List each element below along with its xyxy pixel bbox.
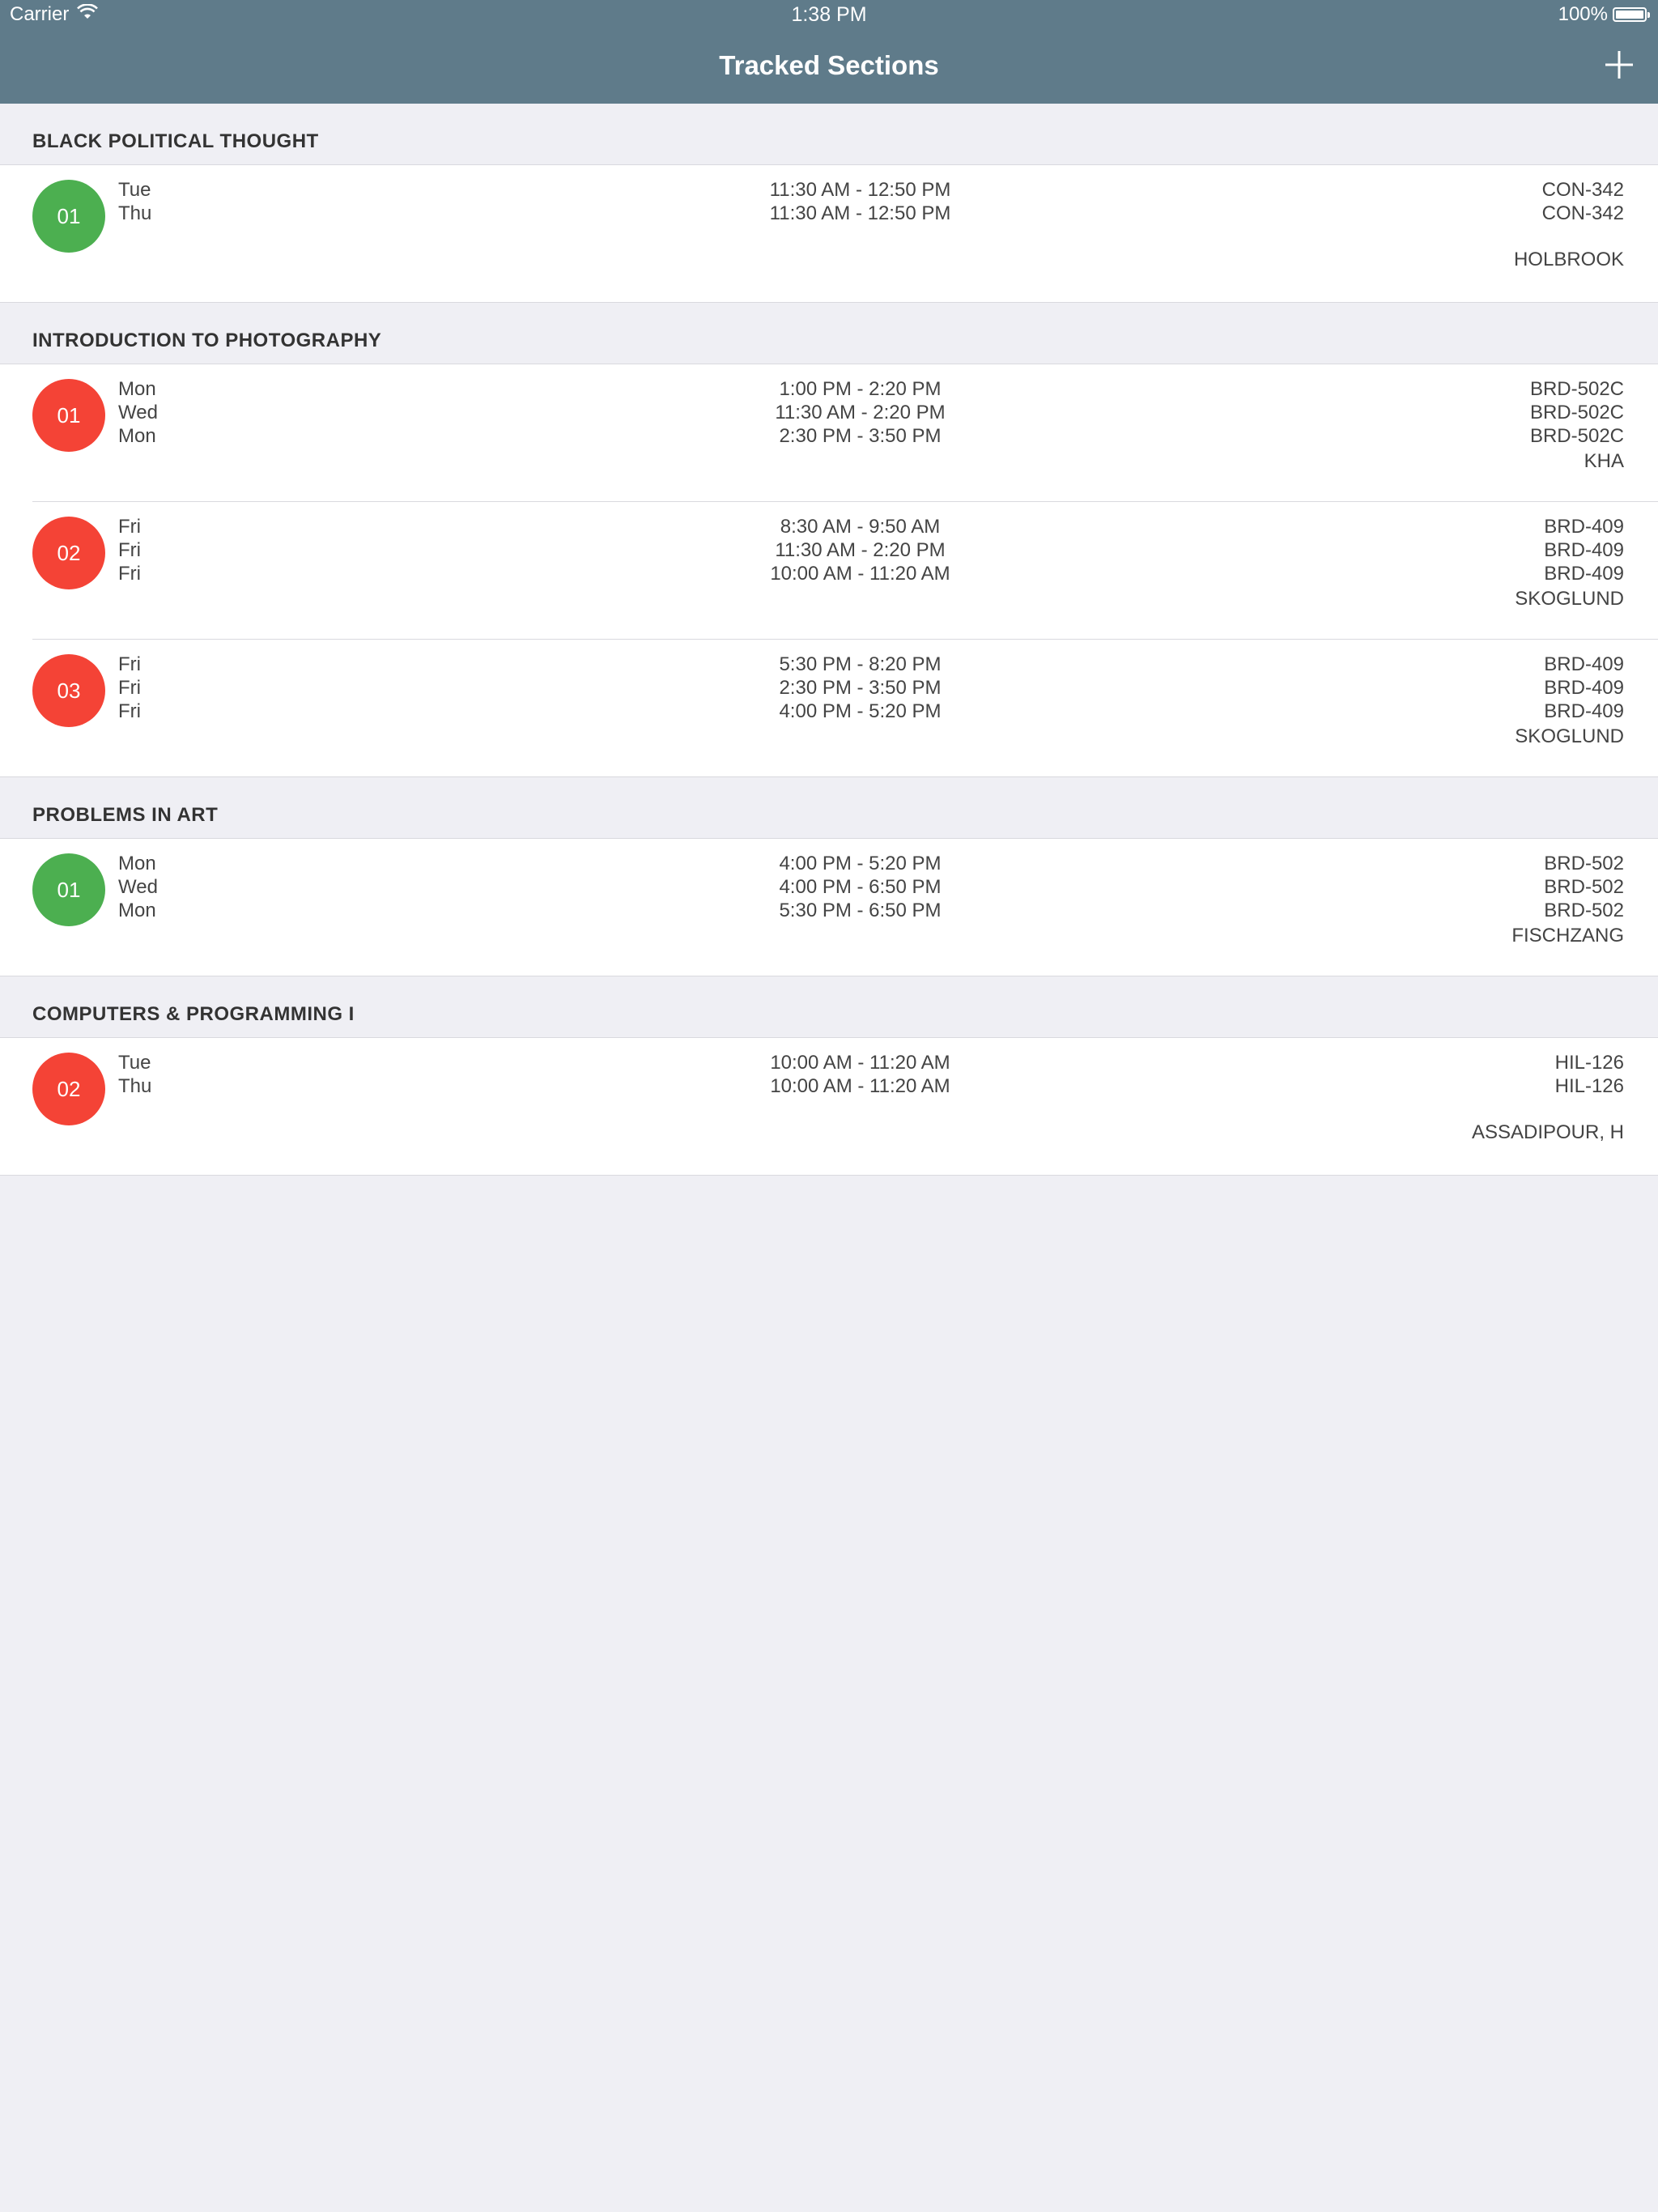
room-label: CON-342 [1541, 179, 1624, 201]
time-label: 11:30 AM - 2:20 PM [775, 402, 946, 423]
time-label: 10:00 AM - 11:20 AM [770, 1052, 950, 1074]
course-header: INTRODUCTION TO PHOTOGRAPHY [0, 303, 1658, 364]
add-button[interactable] [1603, 49, 1635, 81]
meeting-rooms: HIL-126 HIL-126 [1555, 1051, 1624, 1098]
instructor-name: SKOGLUND [1515, 725, 1624, 747]
time-label: 11:30 AM - 2:20 PM [775, 539, 946, 561]
time-label: 11:30 AM - 12:50 PM [769, 179, 951, 201]
time-label: 1:00 PM - 2:20 PM [779, 378, 942, 400]
time-label: 4:00 PM - 5:20 PM [779, 853, 942, 874]
room-label: BRD-502 [1544, 853, 1624, 874]
room-label: BRD-502 [1544, 900, 1624, 921]
meeting-rooms: BRD-502 BRD-502 BRD-502 [1544, 852, 1624, 922]
time-label: 2:30 PM - 3:50 PM [779, 425, 942, 447]
time-label: 2:30 PM - 3:50 PM [779, 677, 942, 699]
meeting-times: 5:30 PM - 8:20 PM 2:30 PM - 3:50 PM 4:00 P… [0, 653, 1658, 723]
page-title: Tracked Sections [719, 50, 939, 80]
time-label: 5:30 PM - 8:20 PM [779, 653, 942, 675]
time-label: 8:30 AM - 9:50 AM [780, 516, 941, 538]
room-label: BRD-409 [1544, 700, 1624, 722]
course-header: PROBLEMS IN ART [0, 777, 1658, 839]
nav-bar: Carrier 1:38 PM 100% Tracked Sections [0, 0, 1658, 104]
battery-percentage: 100% [1558, 3, 1608, 25]
meeting-times: 10:00 AM - 11:20 AM 10:00 AM - 11:20 AM [0, 1051, 1658, 1098]
course-header: BLACK POLITICAL THOUGHT [0, 104, 1658, 165]
instructor-name: SKOGLUND [1515, 588, 1624, 610]
room-label: BRD-502C [1529, 402, 1624, 423]
instructor-name: KHA [1584, 450, 1624, 472]
meeting-times: 4:00 PM - 5:20 PM 4:00 PM - 6:50 PM 5:30 P… [0, 852, 1658, 922]
room-label: CON-342 [1541, 202, 1624, 224]
room-label: BRD-502 [1544, 876, 1624, 898]
course-section-group: 01 Mon Wed Mon 1:00 PM - 2:20 PM 11:30 AM - 2… [0, 364, 1658, 777]
time-label: 10:00 AM - 11:20 AM [770, 563, 950, 585]
section-row[interactable]: 01 Tue Thu 11:30 AM - 12:50 PM 11:30 AM - 12… [0, 165, 1658, 303]
section-row[interactable]: 01 Mon Wed Mon 4:00 PM - 5:20 PM 4:00 PM - 6:… [0, 839, 1658, 976]
meeting-rooms: CON-342 CON-342 [1542, 178, 1624, 225]
time-label: 4:00 PM - 5:20 PM [779, 700, 942, 722]
instructor-name: FISCHZANG [1511, 925, 1624, 946]
battery-icon [1613, 7, 1650, 22]
status-bar-right: 100% [1558, 3, 1650, 26]
course-title: BLACK POLITICAL THOUGHT [32, 130, 319, 152]
course-title: COMPUTERS & PROGRAMMING I [32, 1003, 355, 1025]
course-title: PROBLEMS IN ART [32, 804, 219, 826]
section-row[interactable]: 02 Fri Fri Fri 8:30 AM - 9:50 AM 11:30 AM - 2… [0, 502, 1658, 640]
room-label: HIL-126 [1554, 1075, 1624, 1097]
room-label: BRD-409 [1544, 563, 1624, 585]
time-label: 5:30 PM - 6:50 PM [779, 900, 942, 921]
meeting-rooms: BRD-502C BRD-502C BRD-502C [1530, 377, 1624, 448]
room-label: BRD-409 [1544, 677, 1624, 699]
course-title: INTRODUCTION TO PHOTOGRAPHY [32, 330, 382, 351]
course-header: COMPUTERS & PROGRAMMING I [0, 976, 1658, 1038]
section-row[interactable]: 03 Fri Fri Fri 5:30 PM - 8:20 PM 2:30 PM - 3:… [0, 640, 1658, 777]
room-label: BRD-502C [1529, 378, 1624, 400]
meeting-rooms: BRD-409 BRD-409 BRD-409 [1544, 515, 1624, 585]
course-section-group: 01 Mon Wed Mon 4:00 PM - 5:20 PM 4:00 PM - 6:… [0, 839, 1658, 976]
plus-icon [1605, 51, 1633, 79]
room-label: BRD-502C [1529, 425, 1624, 447]
room-label: BRD-409 [1544, 653, 1624, 675]
course-section-group: 02 Tue Thu 10:00 AM - 11:20 AM 10:00 AM - 11… [0, 1038, 1658, 1176]
section-row[interactable]: 01 Mon Wed Mon 1:00 PM - 2:20 PM 11:30 AM - 2… [0, 364, 1658, 502]
room-label: BRD-409 [1544, 516, 1624, 538]
meeting-rooms: BRD-409 BRD-409 BRD-409 [1544, 653, 1624, 723]
time-label: 11:30 AM - 12:50 PM [769, 202, 951, 224]
meeting-times: 8:30 AM - 9:50 AM 11:30 AM - 2:20 PM 10:00… [0, 515, 1658, 585]
section-row[interactable]: 02 Tue Thu 10:00 AM - 11:20 AM 10:00 AM - 11… [0, 1038, 1658, 1176]
course-section-group: 01 Tue Thu 11:30 AM - 12:50 PM 11:30 AM - 12… [0, 165, 1658, 303]
time-label: 10:00 AM - 11:20 AM [770, 1075, 950, 1097]
meeting-times: 11:30 AM - 12:50 PM 11:30 AM - 12:50 PM [0, 178, 1658, 225]
room-label: BRD-409 [1544, 539, 1624, 561]
meeting-times: 1:00 PM - 2:20 PM 11:30 AM - 2:20 PM 2:30 … [0, 377, 1658, 448]
instructor-name: HOLBROOK [1513, 249, 1624, 270]
status-time: 1:38 PM [791, 3, 867, 26]
room-label: HIL-126 [1554, 1052, 1624, 1074]
time-label: 4:00 PM - 6:50 PM [779, 876, 942, 898]
instructor-name: ASSADIPOUR, H [1471, 1121, 1624, 1143]
